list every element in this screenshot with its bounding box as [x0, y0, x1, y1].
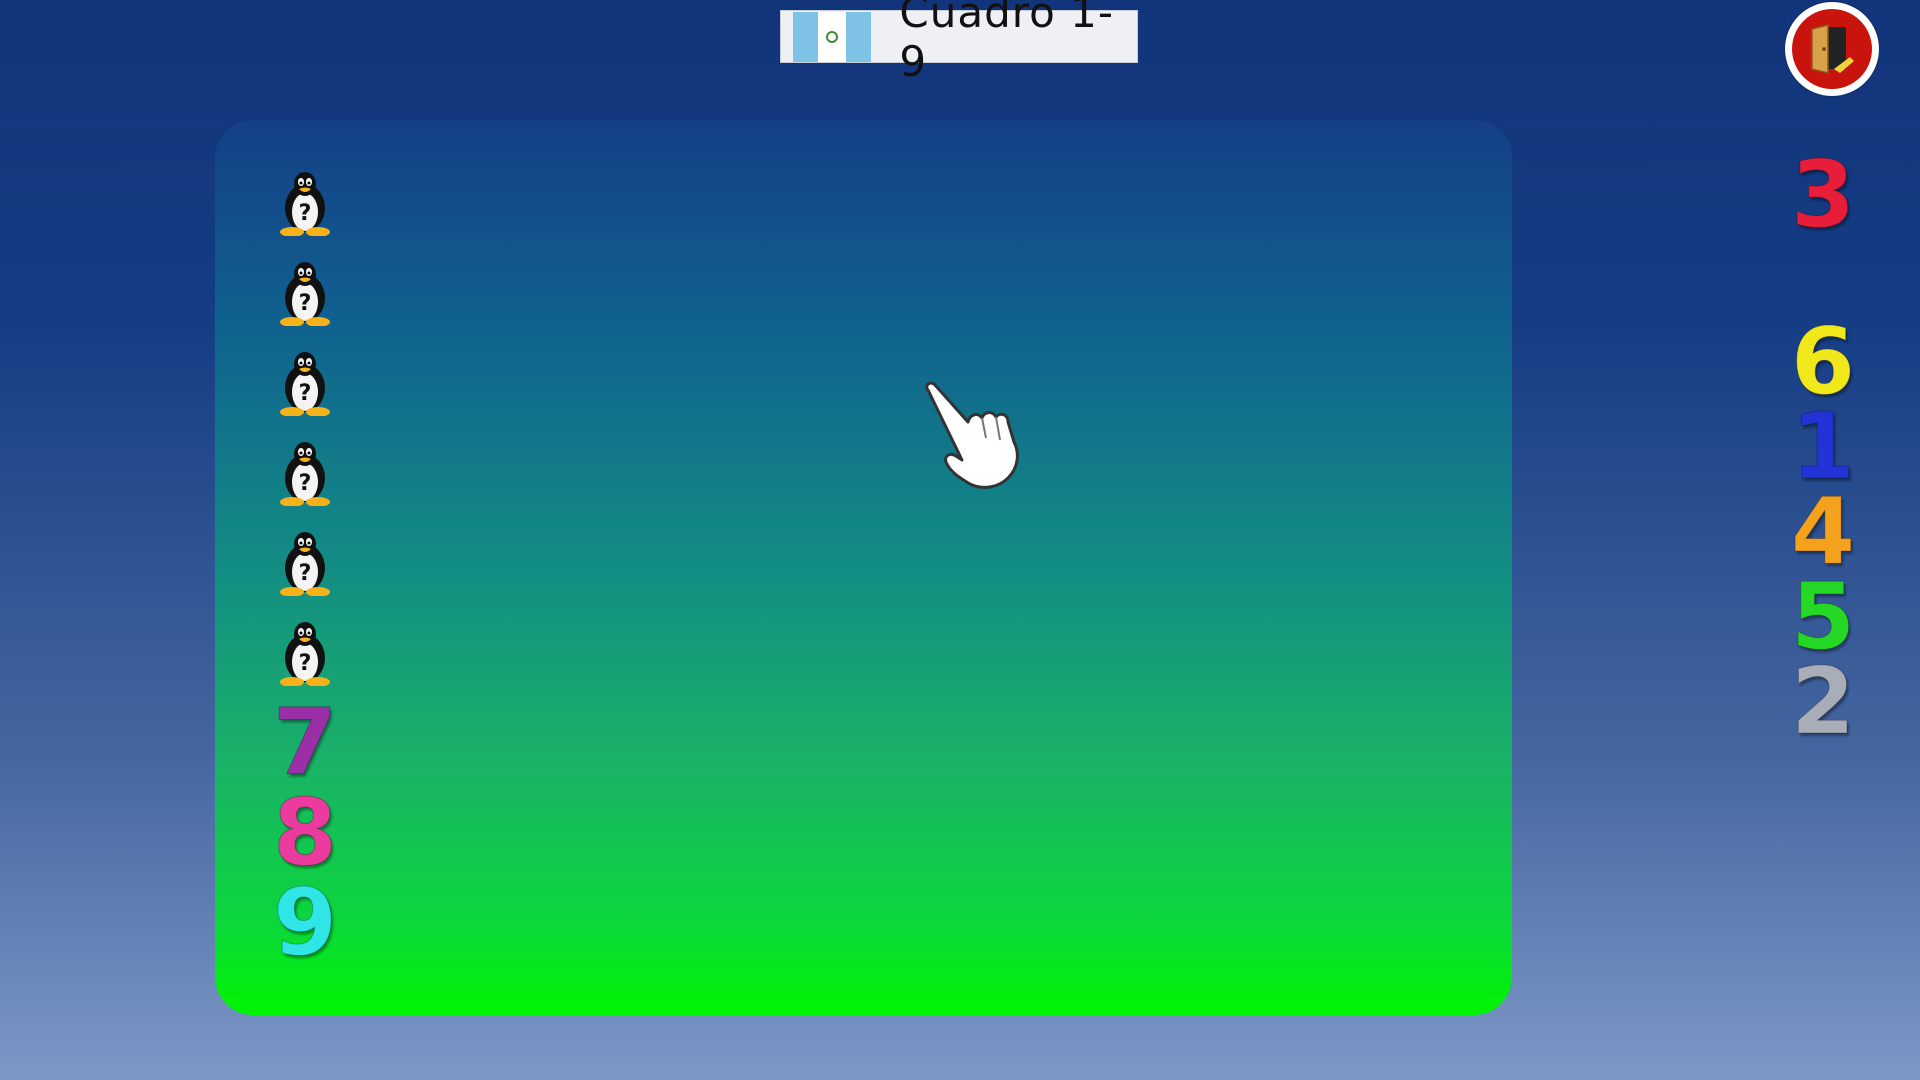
tux-question-icon[interactable]: ? [270, 523, 340, 603]
svg-text:?: ? [299, 201, 312, 226]
option-digit-3[interactable]: 3 [1788, 148, 1858, 241]
guatemala-flag-icon [793, 11, 872, 62]
digit-label: 3 [1790, 141, 1855, 248]
flag-emblem [826, 30, 839, 43]
option-digit-6[interactable]: 6 [1788, 315, 1858, 408]
tux-question-icon[interactable]: ? [270, 613, 340, 693]
digit-label: 2 [1790, 648, 1855, 755]
pointing-hand-cursor-icon [925, 381, 1019, 489]
option-digit-5[interactable]: 5 [1788, 570, 1858, 663]
svg-text:?: ? [299, 381, 312, 406]
digit-7[interactable]: 7 [270, 696, 340, 789]
exit-door-icon [1792, 9, 1872, 89]
digit-label: 8 [272, 779, 337, 886]
option-digit-1[interactable]: 1 [1788, 400, 1858, 493]
digit-9[interactable]: 9 [270, 876, 340, 969]
digit-8[interactable]: 8 [270, 786, 340, 879]
tux-question-icon[interactable]: ? [270, 253, 340, 333]
tux-question-icon[interactable]: ? [270, 343, 340, 423]
title-bar: Cuadro 1-9 [780, 0, 1138, 86]
game-board [215, 120, 1512, 1015]
page-title: Cuadro 1-9 [899, 0, 1115, 86]
svg-text:?: ? [299, 471, 312, 496]
digit-label: 9 [272, 869, 337, 976]
option-digit-4[interactable]: 4 [1788, 485, 1858, 578]
svg-text:?: ? [299, 651, 312, 676]
digit-label: 7 [272, 689, 337, 796]
tux-question-icon[interactable]: ? [270, 433, 340, 513]
tux-question-icon[interactable]: ? [270, 163, 340, 243]
svg-text:?: ? [299, 561, 312, 586]
svg-text:?: ? [299, 291, 312, 316]
exit-button[interactable] [1785, 2, 1879, 96]
option-digit-2[interactable]: 2 [1788, 655, 1858, 748]
